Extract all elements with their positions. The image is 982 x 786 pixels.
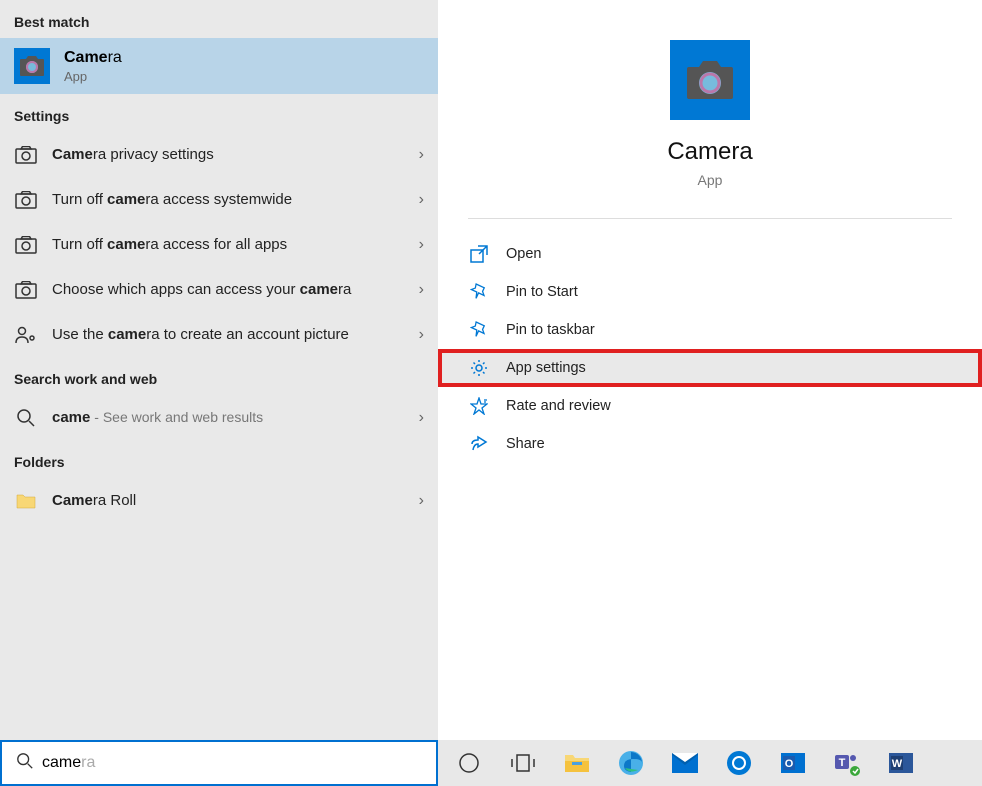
camera-outline-icon: [14, 191, 38, 209]
search-web-item[interactable]: came - See work and web results ›: [0, 395, 438, 440]
settings-item-systemwide[interactable]: Turn off camera access systemwide ›: [0, 177, 438, 222]
preview-panel: Camera App Open Pin to Start Pin to task…: [438, 0, 982, 740]
camera-app-large-icon: [670, 40, 750, 120]
folder-camera-roll[interactable]: Camera Roll ›: [0, 478, 438, 523]
action-rate[interactable]: Rate and review: [438, 387, 982, 425]
chevron-right-icon: ›: [419, 281, 424, 299]
best-match-title: Camera: [64, 49, 122, 67]
search-icon: [16, 752, 34, 775]
camera-outline-icon: [14, 281, 38, 299]
svg-text:W: W: [892, 758, 903, 770]
teams-icon[interactable]: T: [830, 746, 864, 780]
camera-outline-icon: [14, 236, 38, 254]
taskbar: camera O T W: [0, 740, 982, 786]
svg-text:O: O: [785, 758, 794, 770]
svg-text:T: T: [839, 757, 846, 769]
settings-item-privacy[interactable]: Camera privacy settings ›: [0, 132, 438, 177]
action-open[interactable]: Open: [438, 235, 982, 273]
person-settings-icon: [14, 326, 38, 344]
gear-icon: [468, 359, 490, 377]
chevron-right-icon: ›: [419, 326, 424, 344]
action-list: Open Pin to Start Pin to taskbar App set…: [438, 219, 982, 463]
search-web-label: Search work and web: [0, 357, 438, 395]
settings-item-account-picture[interactable]: Use the camera to create an account pict…: [0, 312, 438, 357]
chevron-right-icon: ›: [419, 236, 424, 254]
folder-icon: [14, 493, 38, 509]
pin-icon: [468, 321, 490, 339]
chevron-right-icon: ›: [419, 191, 424, 209]
preview-subtitle: App: [698, 172, 723, 188]
chevron-right-icon: ›: [419, 146, 424, 164]
settings-item-allapps[interactable]: Turn off camera access for all apps ›: [0, 222, 438, 267]
chevron-right-icon: ›: [419, 409, 424, 427]
camera-app-icon: [14, 48, 50, 84]
search-results-panel: Best match Camera App Settings Camera pr…: [0, 0, 438, 740]
best-match-label: Best match: [0, 0, 438, 38]
search-input[interactable]: camera: [42, 754, 95, 772]
edge-icon[interactable]: [614, 746, 648, 780]
word-icon[interactable]: W: [884, 746, 918, 780]
open-icon: [468, 245, 490, 263]
best-match-camera[interactable]: Camera App: [0, 38, 438, 94]
file-explorer-icon[interactable]: [560, 746, 594, 780]
action-pin-start[interactable]: Pin to Start: [438, 273, 982, 311]
share-icon: [468, 435, 490, 453]
folders-label: Folders: [0, 440, 438, 478]
search-icon: [14, 408, 38, 428]
action-app-settings[interactable]: App settings: [438, 349, 982, 387]
settings-item-choose-apps[interactable]: Choose which apps can access your camera…: [0, 267, 438, 312]
pin-icon: [468, 283, 490, 301]
cortana-icon[interactable]: [452, 746, 486, 780]
dell-icon[interactable]: [722, 746, 756, 780]
taskbar-search-box[interactable]: camera: [0, 740, 438, 786]
action-share[interactable]: Share: [438, 425, 982, 463]
star-icon: [468, 397, 490, 415]
action-pin-taskbar[interactable]: Pin to taskbar: [438, 311, 982, 349]
settings-label: Settings: [0, 94, 438, 132]
camera-outline-icon: [14, 146, 38, 164]
best-match-subtitle: App: [64, 69, 122, 84]
task-view-icon[interactable]: [506, 746, 540, 780]
outlook-icon[interactable]: O: [776, 746, 810, 780]
mail-icon[interactable]: [668, 746, 702, 780]
chevron-right-icon: ›: [419, 492, 424, 510]
preview-title: Camera: [667, 138, 752, 166]
